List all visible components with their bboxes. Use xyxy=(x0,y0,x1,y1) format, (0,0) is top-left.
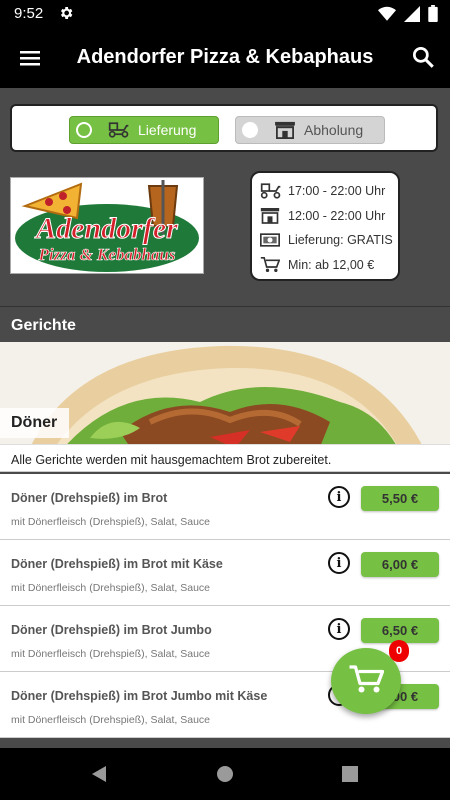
menu-item-name: Döner (Drehspieß) im Brot mit Käse xyxy=(11,557,223,571)
order-type-selector: Lieferung Abholung xyxy=(10,104,438,152)
cart-icon xyxy=(260,256,282,274)
menu-item[interactable]: Döner (Drehspieß) im Brot mit Dönerfleis… xyxy=(0,474,450,540)
delivery-hours-row: 17:00 - 22:00 Uhr xyxy=(260,179,398,204)
pickup-hours-row: 12:00 - 22:00 Uhr xyxy=(260,204,398,229)
category-note: Alle Gerichte werden mit hausgemachtem B… xyxy=(0,444,450,472)
delivery-option-button[interactable]: Lieferung xyxy=(69,116,219,144)
delivery-hours: 17:00 - 22:00 Uhr xyxy=(288,184,386,199)
wifi-icon xyxy=(378,6,396,27)
cart-count-badge: 0 xyxy=(389,640,409,662)
pickup-option-button[interactable]: Abholung xyxy=(235,116,385,144)
menu-item-description: mit Dönerfleisch (Drehspieß), Salat, Sau… xyxy=(11,582,210,594)
restaurant-logo: Adendorfer Pizza & Kebabhaus xyxy=(10,177,204,274)
money-icon xyxy=(260,231,282,249)
cart-icon xyxy=(348,663,385,700)
settings-icon xyxy=(58,5,74,26)
scooter-icon xyxy=(108,122,130,138)
status-time: 9:52 xyxy=(14,5,44,22)
info-icon[interactable]: i xyxy=(328,618,350,640)
main-content: Lieferung Abholung Adendorfer Pizza & Ke… xyxy=(0,88,450,748)
restaurant-info-card: 17:00 - 22:00 Uhr 12:00 - 22:00 Uhr Lief… xyxy=(250,171,400,281)
app-bar: Adendorfer Pizza & Kebaphaus xyxy=(0,28,450,88)
store-icon xyxy=(260,207,282,225)
section-header: Gerichte xyxy=(0,306,450,342)
add-to-cart-price-button[interactable]: 6,00 € xyxy=(361,552,439,577)
pickup-radio[interactable] xyxy=(242,122,258,138)
info-icon[interactable]: i xyxy=(328,552,350,574)
menu-item[interactable]: Döner (Drehspieß) im Brot mit Käse mit D… xyxy=(0,540,450,606)
battery-icon xyxy=(428,5,438,27)
menu-item-name: Döner (Drehspieß) im Brot xyxy=(11,491,168,505)
status-bar: 9:52 xyxy=(0,0,450,28)
recents-icon[interactable] xyxy=(341,764,359,789)
store-icon xyxy=(274,121,296,139)
system-nav-bar xyxy=(0,748,450,800)
search-icon[interactable] xyxy=(410,44,436,70)
menu-item-name: Döner (Drehspieß) im Brot Jumbo xyxy=(11,623,212,637)
delivery-fee: Lieferung: GRATIS xyxy=(288,233,393,248)
menu-item-description: mit Dönerfleisch (Drehspieß), Salat, Sau… xyxy=(11,516,210,528)
logo-text-line1: Adendorfer xyxy=(34,212,178,245)
add-to-cart-price-button[interactable]: 5,50 € xyxy=(361,486,439,511)
home-icon[interactable] xyxy=(216,764,234,789)
delivery-label: Lieferung xyxy=(138,122,197,138)
back-icon[interactable] xyxy=(90,764,108,789)
logo-text-line2: Pizza & Kebabhaus xyxy=(38,245,176,264)
scooter-icon xyxy=(260,182,282,200)
menu-item-name: Döner (Drehspieß) im Brot Jumbo mit Käse xyxy=(11,689,268,703)
pickup-label: Abholung xyxy=(304,122,364,138)
menu-item-description: mit Dönerfleisch (Drehspieß), Salat, Sau… xyxy=(11,648,210,660)
signal-icon xyxy=(404,5,420,27)
category-title: Döner xyxy=(0,408,70,438)
min-order-row: Min: ab 12,00 € xyxy=(260,253,398,278)
menu-item-description: mit Dönerfleisch (Drehspieß), Salat, Sau… xyxy=(11,714,210,726)
pickup-hours: 12:00 - 22:00 Uhr xyxy=(288,208,386,223)
info-icon[interactable]: i xyxy=(328,486,350,508)
delivery-fee-row: Lieferung: GRATIS xyxy=(260,228,398,253)
app-title: Adendorfer Pizza & Kebaphaus xyxy=(76,46,374,68)
min-order: Min: ab 12,00 € xyxy=(288,257,375,272)
delivery-radio[interactable] xyxy=(76,122,92,138)
